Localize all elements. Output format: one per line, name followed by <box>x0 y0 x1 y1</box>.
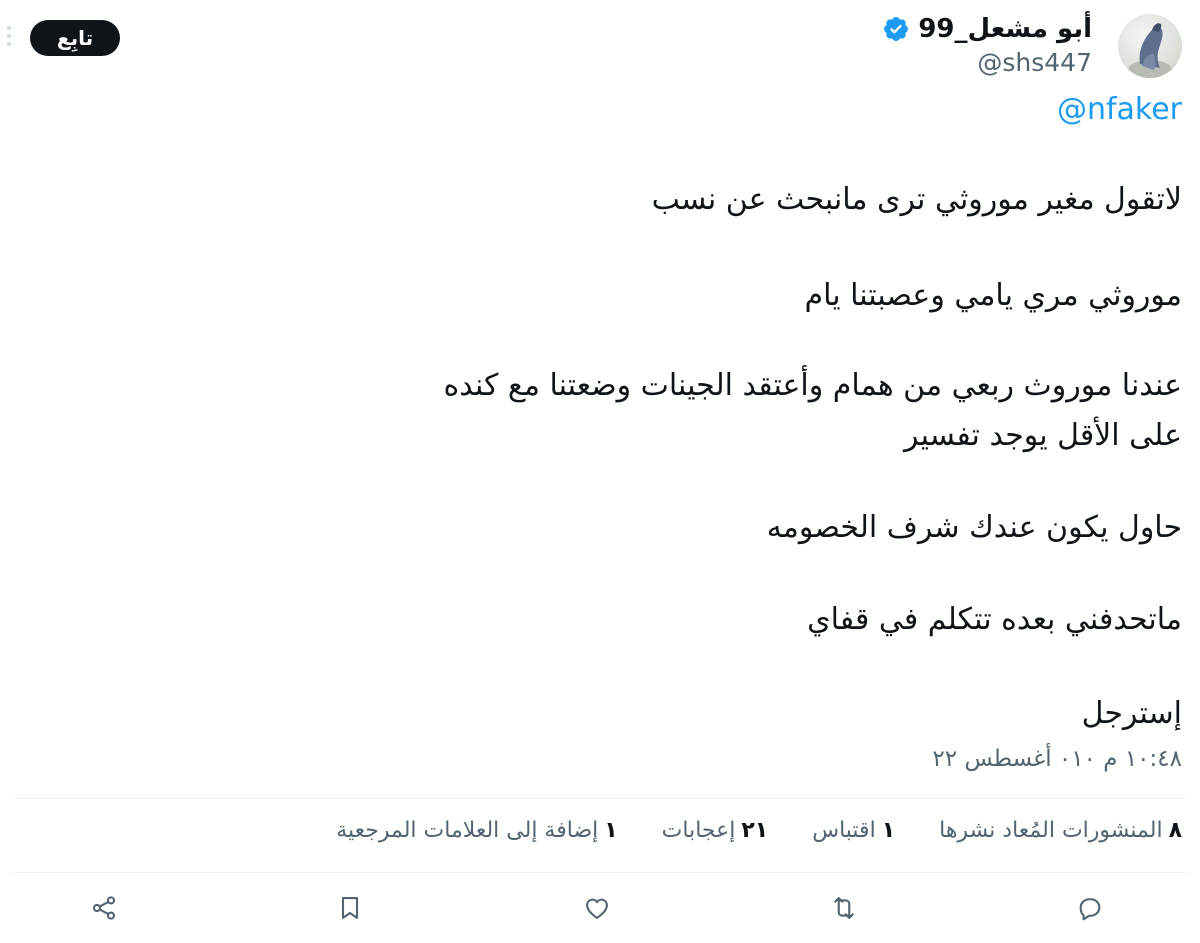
user-handle[interactable]: @shs447 <box>977 48 1092 77</box>
tweet-text-line: ماتحدفني بعده تتكلم في قفاي <box>807 602 1182 637</box>
likes-count: ٢١ <box>741 818 769 843</box>
likes-label: إعجابات <box>661 818 736 843</box>
bookmarks-stat[interactable]: ١إضافة إلى العلامات المرجعية <box>336 818 617 843</box>
share-icon <box>92 896 116 920</box>
reply-icon <box>1079 898 1101 921</box>
tweet-text-line: عندنا موروث ربعي من همام وأعتقد الجينات … <box>443 368 1182 403</box>
tweet-text-line: لاتقول مغير موروثي ترى مانبحث عن نسب <box>651 182 1182 217</box>
tweet-text-line: على الأقل يوجد تفسير <box>904 418 1182 453</box>
reposts-label: المنشورات المُعاد نشرها <box>939 818 1163 843</box>
bookmarks-label: إضافة إلى العلامات المرجعية <box>336 818 599 843</box>
display-name[interactable]: أبو مشعل_99 <box>882 14 1092 44</box>
reply-button[interactable] <box>1072 890 1108 926</box>
divider <box>14 798 1186 799</box>
like-button[interactable] <box>579 890 615 926</box>
repost-icon <box>834 897 854 919</box>
repost-button[interactable] <box>826 890 862 926</box>
bookmark-icon <box>341 897 359 919</box>
tweet-text-line: موروثي مري يامي وعصبتنا يام <box>804 278 1182 313</box>
tweet-text-line: إسترجل <box>1081 696 1182 731</box>
mention-link[interactable]: @nfaker <box>1057 92 1182 127</box>
more-options-icon[interactable] <box>4 26 14 46</box>
quotes-label: اقتباس <box>812 818 876 843</box>
verified-badge-icon <box>882 15 910 43</box>
follow-button[interactable]: تابِع <box>30 20 120 56</box>
tweet-text-line: حاول يكون عندك شرف الخصومه <box>766 510 1182 545</box>
quotes-stat[interactable]: ١اقتباس <box>812 818 895 843</box>
display-name-text: أبو مشعل_99 <box>918 14 1092 44</box>
avatar[interactable] <box>1118 14 1182 78</box>
tweet-timestamp[interactable]: ١٠:٤٨ م ٠١٠ أغسطس ٢٢ <box>932 746 1182 772</box>
divider <box>14 872 1186 873</box>
engagement-stats: ٨المنشورات المُعاد نشرها ١اقتباس ٢١إعجاب… <box>336 818 1182 843</box>
reposts-count: ٨ <box>1168 818 1182 843</box>
quotes-count: ١ <box>881 818 896 843</box>
like-icon <box>586 898 608 919</box>
action-bar <box>0 890 1200 926</box>
bookmark-button[interactable] <box>332 890 368 926</box>
tweet: أبو مشعل_99 @shs447 تابِع @nfaker لاتقول… <box>0 0 1200 943</box>
reposts-stat[interactable]: ٨المنشورات المُعاد نشرها <box>939 818 1182 843</box>
likes-stat[interactable]: ٢١إعجابات <box>662 818 769 843</box>
bookmarks-count: ١ <box>604 818 618 843</box>
share-button[interactable] <box>86 890 122 926</box>
